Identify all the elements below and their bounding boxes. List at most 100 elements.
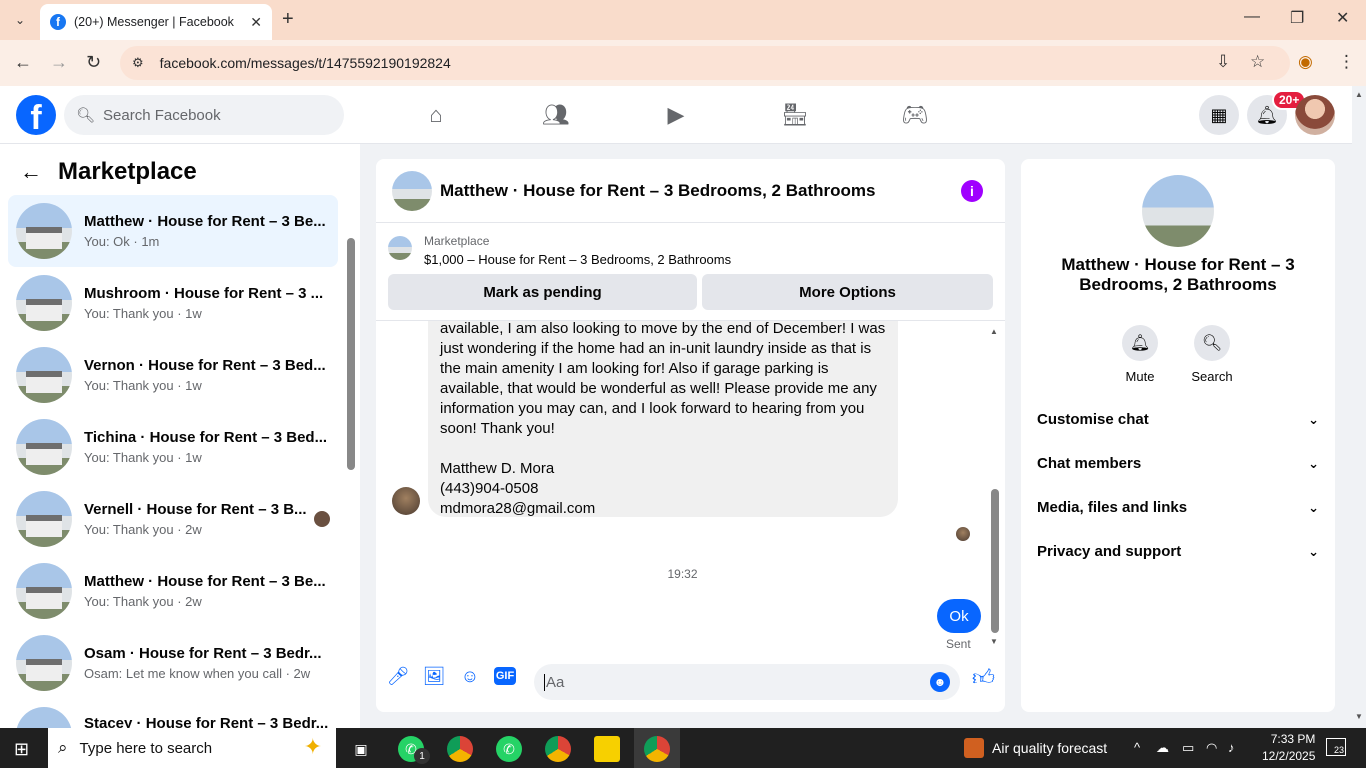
forward-icon[interactable]: → — [50, 52, 68, 73]
windows-start-icon[interactable]: ⊞ — [14, 739, 29, 760]
chevron-down-icon: ⌄ — [1308, 411, 1319, 427]
chevron-down-icon: ⌄ — [1308, 455, 1319, 471]
windows-taskbar: ⊞ ⌕ Type here to search ✦ ▣ ✆ 1 ✆ Air qu… — [0, 728, 1366, 768]
scrollbar-thumb[interactable] — [991, 489, 999, 633]
facebook-search-input[interactable]: 🔍︎ Search Facebook — [64, 95, 344, 135]
mark-as-pending-button[interactable]: Mark as pending — [388, 274, 697, 310]
restore-icon[interactable]: ❐ — [1290, 8, 1304, 28]
weather-widget[interactable]: Air quality forecast — [964, 738, 1107, 758]
close-window-icon[interactable]: ✕ — [1336, 8, 1349, 28]
clock-time: 7:33 PM — [1270, 732, 1316, 746]
browser-tab[interactable]: f (20+) Messenger | Facebook ✕ — [40, 4, 272, 40]
mute-button[interactable]: 🔔︎ Mute — [1110, 325, 1170, 384]
chat-members-section[interactable]: Chat members ⌄ — [1037, 455, 1319, 472]
conversation-preview: You: Thank you · 2w — [84, 594, 202, 609]
battery-icon[interactable]: ▭ — [1182, 740, 1194, 756]
back-arrow-icon[interactable]: ← — [20, 159, 42, 185]
profile-icon[interactable]: ◉ — [1298, 52, 1313, 72]
page-scrollbar[interactable]: ▲ ▼ — [1352, 86, 1366, 728]
volume-icon[interactable]: ♪ — [1228, 740, 1235, 755]
bookmark-star-icon[interactable]: ☆ — [1250, 52, 1265, 72]
photo-icon[interactable]: 🖼︎ — [422, 664, 446, 688]
chrome-icon[interactable] — [447, 736, 473, 762]
details-title: Matthew · House for Rent – 3 Bedrooms, 2… — [1061, 255, 1295, 294]
home-icon[interactable]: ⌂ — [421, 100, 451, 130]
sticky-notes-icon[interactable] — [594, 736, 620, 762]
task-view-icon[interactable]: ▣ — [348, 736, 374, 762]
section-label: Privacy and support — [1037, 543, 1182, 560]
conversation-list-scrollbar[interactable] — [347, 196, 355, 726]
marketplace-icon[interactable]: 🏪︎ — [780, 100, 810, 130]
emoji-icon[interactable]: ☻ — [930, 672, 950, 692]
listing-summary[interactable]: $1,000 – House for Rent – 3 Bedrooms, 2 … — [424, 252, 731, 267]
listing-avatar — [16, 491, 72, 547]
tray-chevron-icon[interactable]: ^ — [1134, 740, 1140, 755]
scroll-down-icon[interactable]: ▼ — [990, 637, 998, 646]
site-info-icon[interactable]: ⚙ — [132, 55, 144, 71]
listing-avatar — [16, 419, 72, 475]
scroll-up-icon[interactable]: ▲ — [1355, 90, 1363, 99]
scroll-up-icon[interactable]: ▲ — [990, 327, 998, 336]
privacy-support-section[interactable]: Privacy and support ⌄ — [1037, 543, 1319, 560]
search-in-chat-button[interactable]: 🔍︎ Search — [1182, 325, 1242, 384]
conversation-item[interactable]: Osam · House for Rent – 3 Bedr... Osam: L… — [8, 627, 338, 699]
scroll-down-icon[interactable]: ▼ — [1355, 712, 1363, 721]
listing-avatar — [16, 347, 72, 403]
sticker-icon[interactable]: ☺ — [458, 664, 482, 688]
conversation-item[interactable]: Matthew · House for Rent – 3 Be... You: T… — [8, 555, 338, 627]
chrome-profile-icon[interactable] — [545, 736, 571, 762]
message-composer: 🎤︎ 🖼︎ ☺ GIF Aa ☻ 👍︎ — [376, 651, 1005, 712]
sender-avatar[interactable] — [392, 487, 420, 515]
conversation-item[interactable]: Vernon · House for Rent – 3 Bed... You: T… — [8, 339, 338, 411]
conversation-item[interactable]: Mushroom · House for Rent – 3 ... You: Th… — [8, 267, 338, 339]
chat-avatar[interactable] — [392, 170, 432, 211]
media-files-links-section[interactable]: Media, files and links ⌄ — [1037, 499, 1319, 516]
customise-chat-section[interactable]: Customise chat ⌄ — [1037, 411, 1319, 428]
marketplace-label: Marketplace — [424, 234, 490, 248]
conversation-item[interactable]: Stacey · House for Rent – 3 Bedr... — [8, 699, 338, 728]
conversation-item[interactable]: Matthew · House for Rent – 3 Be... You: O… — [8, 195, 338, 267]
gif-icon[interactable]: GIF — [494, 667, 516, 685]
back-icon[interactable]: ← — [14, 52, 32, 73]
tab-close-icon[interactable]: ✕ — [250, 14, 262, 31]
listing-avatar — [16, 563, 72, 619]
reload-icon[interactable]: ↻ — [86, 52, 101, 73]
omnibox[interactable]: ⚙ facebook.com/messages/t/14755921901928… — [120, 46, 1290, 80]
account-avatar[interactable] — [1295, 95, 1335, 135]
tab-search-icon[interactable]: ⌄ — [8, 8, 32, 32]
chrome-active-icon[interactable] — [644, 736, 670, 762]
video-icon[interactable]: ▶ — [661, 100, 691, 130]
address-bar: ← → ↻ ⚙ facebook.com/messages/t/14755921… — [0, 40, 1366, 86]
install-app-icon[interactable]: ⇩ — [1216, 52, 1230, 72]
scrollbar-thumb[interactable] — [347, 238, 355, 470]
listing-avatar — [16, 635, 72, 691]
more-options-button[interactable]: More Options — [702, 274, 993, 310]
notification-center-icon[interactable]: 23 — [1326, 738, 1346, 756]
gaming-icon[interactable]: 🎮︎ — [900, 100, 930, 130]
details-avatar[interactable] — [1142, 175, 1214, 247]
listing-thumb[interactable] — [388, 236, 412, 260]
taskbar-search-input[interactable]: ⌕ Type here to search ✦ — [48, 728, 336, 768]
wifi-icon[interactable]: ◠ — [1206, 740, 1217, 756]
whatsapp-icon[interactable]: ✆ — [496, 736, 522, 762]
onedrive-icon[interactable]: ☁ — [1156, 740, 1169, 756]
message-text: available, I am also looking to move by … — [440, 321, 886, 517]
message-scrollbar[interactable]: ▲ ▼ — [990, 327, 1000, 649]
chrome-menu-icon[interactable]: ⋮ — [1338, 52, 1355, 72]
url-text: facebook.com/messages/t/1475592190192824 — [159, 55, 451, 71]
facebook-logo-icon[interactable]: f — [16, 95, 56, 135]
new-tab-icon[interactable]: + — [282, 8, 294, 31]
microphone-icon[interactable]: 🎤︎ — [386, 664, 410, 688]
sent-status: Sent — [946, 637, 971, 651]
minimize-icon[interactable]: — — [1244, 8, 1260, 26]
friends-icon[interactable]: 👥︎ — [541, 100, 571, 130]
menu-grid-icon[interactable]: ▦ — [1199, 95, 1239, 135]
thumbs-up-icon[interactable]: 👍︎ — [972, 664, 995, 691]
conversation-item[interactable]: Tichina · House for Rent – 3 Bed... You: … — [8, 411, 338, 483]
message-input[interactable]: Aa ☻ — [534, 664, 960, 700]
conversation-preview: You: Thank you · 1w — [84, 450, 202, 465]
info-icon[interactable]: i — [961, 179, 983, 202]
chat-title[interactable]: Matthew · House for Rent – 3 Bedrooms, 2… — [440, 181, 961, 201]
conversation-item[interactable]: Vernell · House for Rent – 3 B... You: Th… — [8, 483, 338, 555]
system-clock[interactable]: 7:33 PM 12/2/2025 — [1262, 731, 1315, 765]
